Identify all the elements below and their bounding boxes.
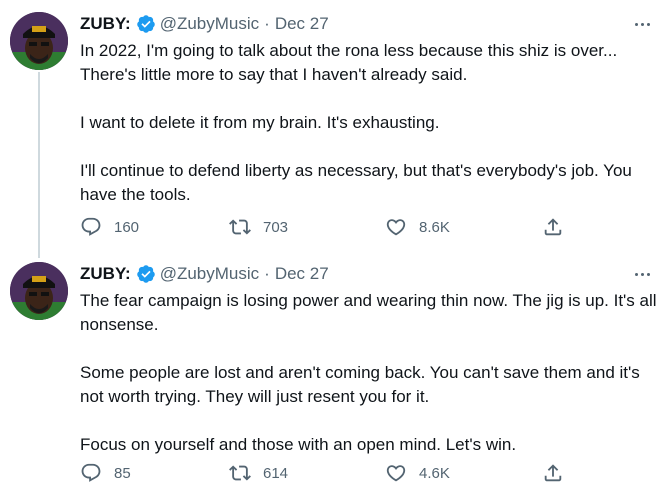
share-button[interactable] xyxy=(542,214,564,240)
reply-icon xyxy=(81,463,101,482)
retweet-button[interactable]: 703 xyxy=(229,214,288,240)
heart-icon xyxy=(386,465,406,482)
tweet-actions: 160 703 8.6K xyxy=(80,214,580,240)
separator: · xyxy=(264,14,270,33)
tweet-paragraph: The fear campaign is losing power and we… xyxy=(80,291,657,334)
tweet-actions: 85 614 4.6K xyxy=(80,460,580,486)
tweet[interactable]: ZUBY: @ZubyMusic · Dec 27 In 2022, I'm g… xyxy=(0,0,672,258)
verified-badge-icon xyxy=(136,15,155,33)
share-icon xyxy=(544,464,562,482)
tweet-paragraph: I want to delete it from my brain. It's … xyxy=(80,113,440,132)
tweet-text: The fear campaign is losing power and we… xyxy=(80,289,660,457)
author-handle[interactable]: @ZubyMusic xyxy=(160,264,259,284)
reply-count: 160 xyxy=(114,218,140,236)
author-name[interactable]: ZUBY: xyxy=(80,14,131,34)
tweet-date[interactable]: Dec 27 xyxy=(275,14,329,34)
retweet-count: 703 xyxy=(263,218,289,236)
tweet-paragraph: Focus on yourself and those with an open… xyxy=(80,435,517,454)
share-icon xyxy=(544,218,562,236)
reply-button[interactable]: 85 xyxy=(80,460,131,486)
more-options-icon[interactable] xyxy=(630,264,654,284)
share-button[interactable] xyxy=(542,460,564,486)
reply-icon xyxy=(81,217,101,236)
heart-icon xyxy=(386,219,406,236)
more-options-icon[interactable] xyxy=(630,14,654,34)
like-button[interactable]: 8.6K xyxy=(385,214,450,240)
like-count: 8.6K xyxy=(419,218,450,236)
separator: · xyxy=(264,264,270,283)
retweet-icon xyxy=(229,465,251,481)
reply-count: 85 xyxy=(114,464,131,482)
verified-badge-icon xyxy=(136,265,155,283)
tweet-date[interactable]: Dec 27 xyxy=(275,264,329,284)
reply-button[interactable]: 160 xyxy=(80,214,139,240)
tweet-paragraph: In 2022, I'm going to talk about the ron… xyxy=(80,41,618,84)
author-name[interactable]: ZUBY: xyxy=(80,264,131,284)
tweet-paragraph: I'll continue to defend liberty as neces… xyxy=(80,161,632,204)
like-count: 4.6K xyxy=(419,464,450,482)
avatar[interactable] xyxy=(10,12,68,70)
tweet-header: ZUBY: @ZubyMusic · Dec 27 xyxy=(80,12,329,36)
tweet[interactable]: ZUBY: @ZubyMusic · Dec 27 The fear campa… xyxy=(0,258,672,499)
author-handle[interactable]: @ZubyMusic xyxy=(160,14,259,34)
like-button[interactable]: 4.6K xyxy=(385,460,450,486)
retweet-button[interactable]: 614 xyxy=(229,460,288,486)
tweet-header: ZUBY: @ZubyMusic · Dec 27 xyxy=(80,262,329,286)
avatar[interactable] xyxy=(10,262,68,320)
tweet-paragraph: Some people are lost and aren't coming b… xyxy=(80,363,640,406)
retweet-count: 614 xyxy=(263,464,289,482)
tweet-text: In 2022, I'm going to talk about the ron… xyxy=(80,39,660,207)
retweet-icon xyxy=(229,219,251,235)
